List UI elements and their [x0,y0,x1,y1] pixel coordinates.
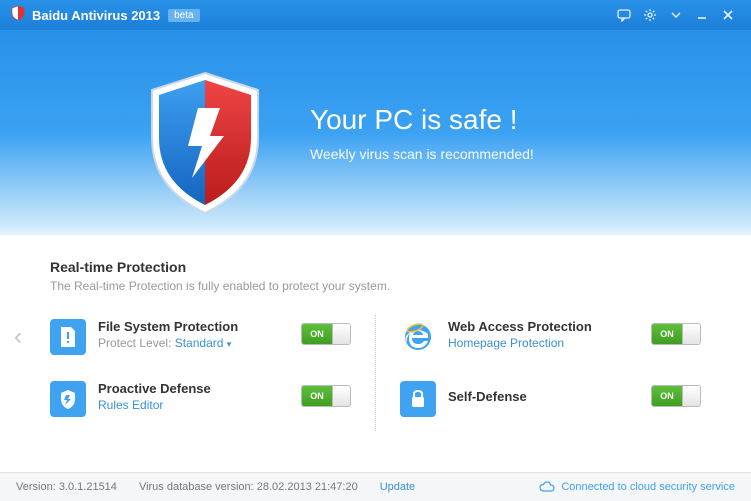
settings-icon[interactable] [637,3,663,27]
homepage-protection-link[interactable]: Homepage Protection [448,336,651,350]
toggle-file-system[interactable]: ON [301,323,351,345]
hero-banner: Your PC is safe ! Weekly virus scan is r… [0,30,751,235]
item-name: Web Access Protection [448,319,651,334]
chevron-down-icon: ▾ [227,339,232,349]
protection-item-self-defense: Self-Defense ON [400,373,701,435]
lock-icon [400,381,436,417]
db-version-info: Virus database version: 28.02.2013 21:47… [139,481,358,493]
protection-item-proactive: Proactive Defense Rules Editor ON [50,373,351,435]
cloud-status: Connected to cloud security service [539,481,735,493]
beta-badge: beta [168,9,199,22]
protection-item-web-access: Web Access Protection Homepage Protectio… [400,311,701,373]
shield-small-icon [50,381,86,417]
close-button[interactable] [715,3,741,27]
feedback-icon[interactable] [611,3,637,27]
update-link[interactable]: Update [380,481,415,493]
protect-level-link[interactable]: Standard [175,336,224,350]
section-title: Real-time Protection [50,259,701,275]
minimize-button[interactable] [689,3,715,27]
protection-panel: ‹ Real-time Protection The Real-time Pro… [0,235,751,472]
protection-item-file-system: File System Protection Protect Level: St… [50,311,351,373]
app-title: Baidu Antivirus 2013 [32,8,160,23]
section-desc: The Real-time Protection is fully enable… [50,279,701,293]
column-divider [375,315,376,431]
cloud-icon [539,481,555,493]
toggle-web-access[interactable]: ON [651,323,701,345]
status-subline: Weekly virus scan is recommended! [310,146,534,162]
nav-prev-arrow[interactable]: ‹ [14,323,22,351]
app-logo-icon [10,5,26,26]
shield-icon [140,68,270,223]
item-name: Self-Defense [448,389,651,404]
item-sub: Protect Level: Standard ▾ [98,336,301,350]
item-name: File System Protection [98,319,301,334]
toggle-self-defense[interactable]: ON [651,385,701,407]
menu-dropdown-icon[interactable] [663,3,689,27]
rules-editor-link[interactable]: Rules Editor [98,398,301,412]
statusbar: Version: 3.0.1.21514 Virus database vers… [0,472,751,501]
status-headline: Your PC is safe ! [310,104,534,136]
version-info: Version: 3.0.1.21514 [16,481,117,493]
item-name: Proactive Defense [98,381,301,396]
file-alert-icon [50,319,86,355]
ie-icon [400,319,436,355]
toggle-proactive[interactable]: ON [301,385,351,407]
titlebar: Baidu Antivirus 2013 beta [0,0,751,30]
